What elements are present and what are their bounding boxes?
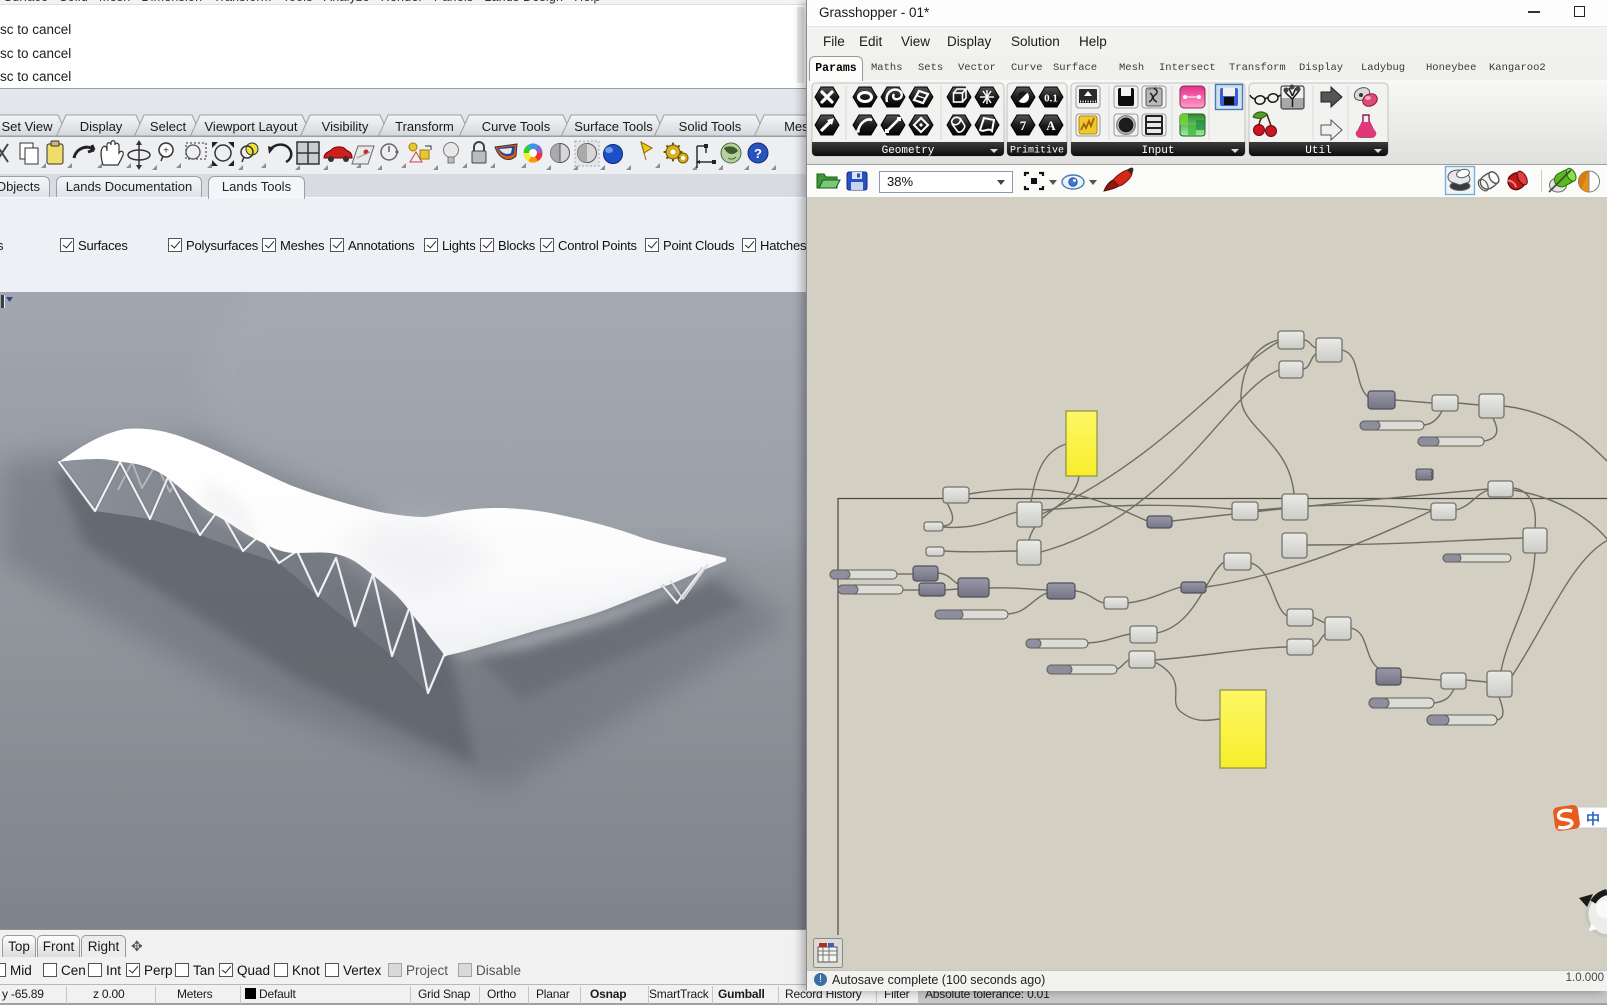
svg-text:Surface Tools: Surface Tools: [574, 119, 653, 134]
svg-text:?: ?: [754, 146, 762, 161]
svg-text:38%: 38%: [887, 174, 913, 189]
svg-text:Transform: Transform: [395, 119, 454, 134]
svg-text:中: 中: [1586, 811, 1600, 827]
svg-text:Mesh: Mesh: [784, 119, 806, 134]
svg-text:0.1: 0.1: [1044, 93, 1058, 105]
svg-text:Primitive: Primitive: [1010, 145, 1064, 157]
svg-text:Solid Tools: Solid Tools: [679, 119, 742, 134]
svg-text:Set View: Set View: [1, 119, 53, 134]
svg-text:Display: Display: [80, 119, 123, 134]
svg-text:Curve Tools: Curve Tools: [482, 119, 551, 134]
svg-text:A: A: [1046, 118, 1056, 133]
svg-text:7: 7: [1020, 118, 1027, 133]
svg-text:Util: Util: [1305, 145, 1331, 157]
svg-text:Input: Input: [1141, 145, 1174, 157]
svg-text:+: +: [163, 146, 169, 157]
svg-text:Geometry: Geometry: [882, 145, 935, 157]
svg-text:Visibility: Visibility: [322, 119, 369, 134]
svg-text:Viewport Layout: Viewport Layout: [205, 119, 298, 134]
svg-text:Select: Select: [150, 119, 187, 134]
